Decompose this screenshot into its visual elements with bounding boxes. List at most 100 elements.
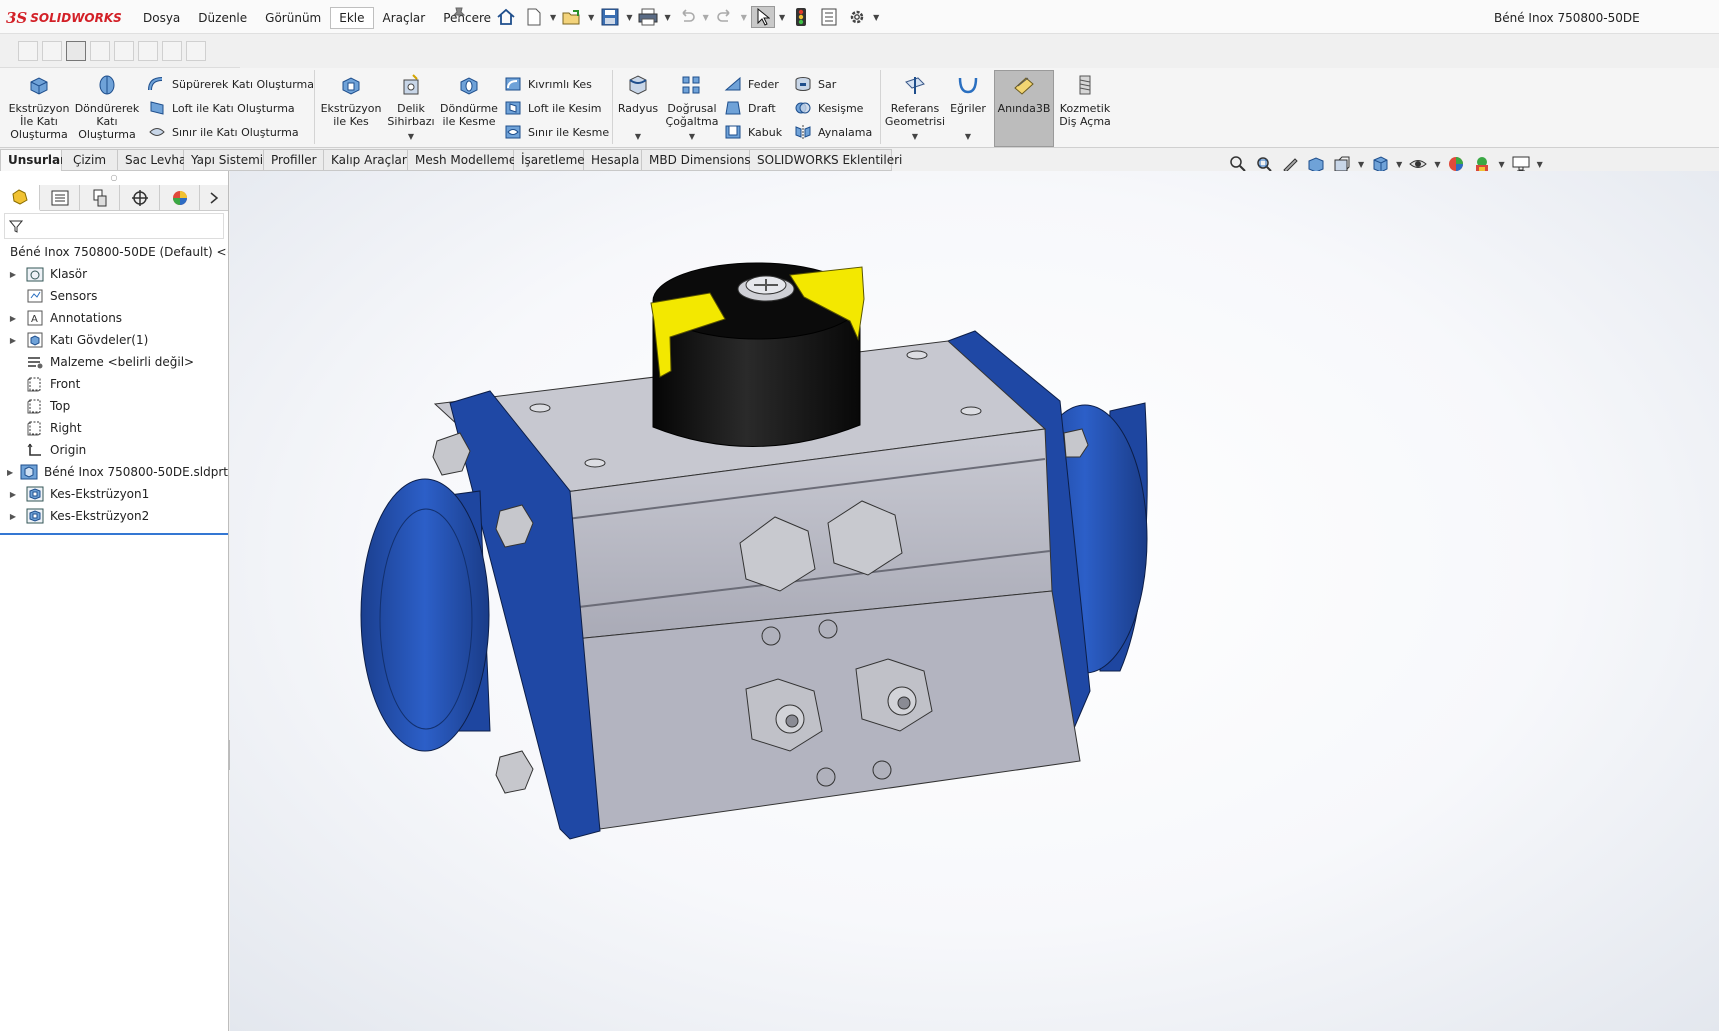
graphics-area[interactable]: [230, 171, 1719, 1031]
tree-item[interactable]: Front: [0, 373, 228, 395]
intersect-button[interactable]: Kesişme: [794, 100, 863, 116]
menu-view[interactable]: Görünüm: [256, 7, 330, 29]
actuator-model[interactable]: [360, 262, 1148, 840]
linear-pattern-dropdown-icon[interactable]: ▼: [662, 130, 722, 143]
new-dropdown-icon[interactable]: ▼: [550, 13, 556, 22]
swept-boss-button[interactable]: Süpürerek Katı Oluşturma: [148, 76, 314, 92]
expand-arrow-icon[interactable]: ▶: [6, 336, 20, 345]
tree-item[interactable]: ▶ Béné Inox 750800-50DE.sldprt: [0, 461, 228, 483]
menu-window[interactable]: Pencere: [434, 7, 500, 29]
tab-weldments[interactable]: Profiller: [264, 149, 324, 171]
undo-dropdown-icon[interactable]: ▼: [703, 13, 709, 22]
tab-mold-tools[interactable]: Kalıp Araçları: [324, 149, 410, 171]
tree-item[interactable]: Origin: [0, 439, 228, 461]
menu-edit[interactable]: Düzenle: [189, 7, 256, 29]
revolve-boss-button[interactable]: Döndürerek Katı Oluşturma: [74, 74, 140, 141]
expand-arrow-icon[interactable]: ▶: [6, 490, 20, 499]
print-button[interactable]: [636, 6, 660, 28]
open-button[interactable]: [560, 6, 584, 28]
pin-menu-button[interactable]: [452, 6, 466, 20]
tree-item[interactable]: ▶ A Annotations: [0, 307, 228, 329]
display-style-dropdown-icon[interactable]: ▼: [1396, 160, 1402, 169]
undo-button[interactable]: [675, 6, 699, 28]
model-view[interactable]: [230, 171, 1719, 1031]
tab-mesh-modeling[interactable]: Mesh Modelleme: [408, 149, 516, 171]
solidworks-logo[interactable]: 3S SOLIDWORKS: [6, 9, 122, 27]
surface-finish-icon[interactable]: [186, 40, 206, 61]
expand-arrow-icon[interactable]: ▶: [6, 314, 20, 323]
fillet-dropdown-icon[interactable]: ▼: [616, 130, 660, 143]
tree-item[interactable]: ▶ Katı Gövdeler(1): [0, 329, 228, 351]
linear-pattern-button[interactable]: Doğrusal Çoğaltma ▼: [662, 74, 722, 143]
revolved-cut-button[interactable]: Döndürme ile Kesme: [438, 74, 500, 128]
file-properties-button[interactable]: [817, 6, 841, 28]
boundary-boss-button[interactable]: Sınır ile Katı Oluşturma: [148, 124, 299, 140]
expand-arrow-icon[interactable]: ▶: [6, 468, 14, 477]
hide-show-dropdown-icon[interactable]: ▼: [1434, 160, 1440, 169]
tab-features[interactable]: Unsurlar: [0, 149, 66, 171]
shell-button[interactable]: Kabuk: [724, 124, 782, 140]
tree-root-part[interactable]: Béné Inox 750800-50DE (Default) <<D: [0, 241, 228, 263]
redo-dropdown-icon[interactable]: ▼: [741, 13, 747, 22]
tree-item[interactable]: ▶ Kes-Ekstrüzyon1: [0, 483, 228, 505]
tree-item[interactable]: ▶ Kes-Ekstrüzyon2: [0, 505, 228, 527]
curves-button[interactable]: Eğriler ▼: [946, 74, 990, 143]
tab-sheet-metal[interactable]: Sac Levha: [118, 149, 186, 171]
reference-geometry-dropdown-icon[interactable]: ▼: [884, 130, 946, 143]
datum-target-icon[interactable]: [114, 40, 134, 61]
smart-dimension-icon[interactable]: [18, 40, 38, 61]
geometric-tolerance-icon[interactable]: [138, 40, 158, 61]
hole-wizard-dropdown-icon[interactable]: ▼: [384, 130, 438, 143]
lofted-boss-button[interactable]: Loft ile Katı Oluşturma: [148, 100, 295, 116]
tab-sketch[interactable]: Çizim: [62, 149, 118, 171]
menu-tools[interactable]: Araçlar: [374, 7, 435, 29]
curves-dropdown-icon[interactable]: ▼: [946, 130, 990, 143]
feature-manager-tab[interactable]: [0, 185, 40, 211]
menu-file[interactable]: Dosya: [134, 7, 189, 29]
configuration-manager-tab[interactable]: [80, 185, 120, 211]
wrap-button[interactable]: Sar: [794, 76, 836, 92]
hole-wizard-button[interactable]: Delik Sihirbazı ▼: [384, 74, 438, 143]
lofted-cut-button[interactable]: Loft ile Kesim: [504, 100, 601, 116]
expand-arrow-icon[interactable]: ▶: [6, 270, 20, 279]
auto-balloon-icon[interactable]: [66, 40, 86, 61]
more-tabs-button[interactable]: [200, 185, 228, 211]
rollback-bar[interactable]: [0, 533, 228, 535]
options-dropdown-icon[interactable]: ▼: [873, 13, 879, 22]
rib-button[interactable]: Feder: [724, 76, 779, 92]
rebuild-button[interactable]: [789, 6, 813, 28]
extruded-cut-button[interactable]: Ekstrüzyon ile Kes: [318, 74, 384, 128]
tree-item[interactable]: Malzeme <belirli değil>: [0, 351, 228, 373]
tree-item[interactable]: Sensors: [0, 285, 228, 307]
draft-button[interactable]: Draft: [724, 100, 776, 116]
tab-markup[interactable]: İşaretleme: [514, 149, 585, 171]
save-button[interactable]: [598, 6, 622, 28]
tree-item[interactable]: ▶ Klasör: [0, 263, 228, 285]
note-icon[interactable]: [42, 40, 62, 61]
reference-geometry-button[interactable]: Referans Geometrisi ▼: [884, 74, 946, 143]
datum-feature-icon[interactable]: [90, 40, 110, 61]
options-button[interactable]: [845, 6, 869, 28]
view-settings-dropdown-icon[interactable]: ▼: [1537, 160, 1543, 169]
instant3d-content[interactable]: Anında3B: [994, 74, 1054, 115]
panel-grip[interactable]: ○: [0, 171, 228, 185]
open-dropdown-icon[interactable]: ▼: [588, 13, 594, 22]
tree-filter-input[interactable]: [4, 213, 224, 239]
redo-button[interactable]: [713, 6, 737, 28]
weld-symbol-icon[interactable]: [162, 40, 182, 61]
view-orientation-dropdown-icon[interactable]: ▼: [1358, 160, 1364, 169]
tab-solidworks-addins[interactable]: SOLIDWORKS Eklentileri: [750, 149, 902, 171]
extrude-boss-button[interactable]: Ekstrüzyon İle Katı Oluşturma: [8, 74, 70, 141]
expand-arrow-icon[interactable]: ▶: [6, 512, 20, 521]
save-dropdown-icon[interactable]: ▼: [626, 13, 632, 22]
select-button[interactable]: [750, 6, 775, 28]
swept-cut-button[interactable]: Kıvrımlı Kes: [504, 76, 592, 92]
tab-structure-system[interactable]: Yapı Sistemi: [184, 149, 264, 171]
dimxpert-manager-tab[interactable]: [120, 185, 160, 211]
home-button[interactable]: [494, 6, 518, 28]
cosmetic-thread-button[interactable]: Kozmetik Diş Açma: [1056, 74, 1114, 128]
select-dropdown-icon[interactable]: ▼: [779, 13, 785, 22]
fillet-button[interactable]: Radyus ▼: [616, 74, 660, 143]
print-dropdown-icon[interactable]: ▼: [664, 13, 670, 22]
position-indicator[interactable]: [650, 262, 865, 447]
